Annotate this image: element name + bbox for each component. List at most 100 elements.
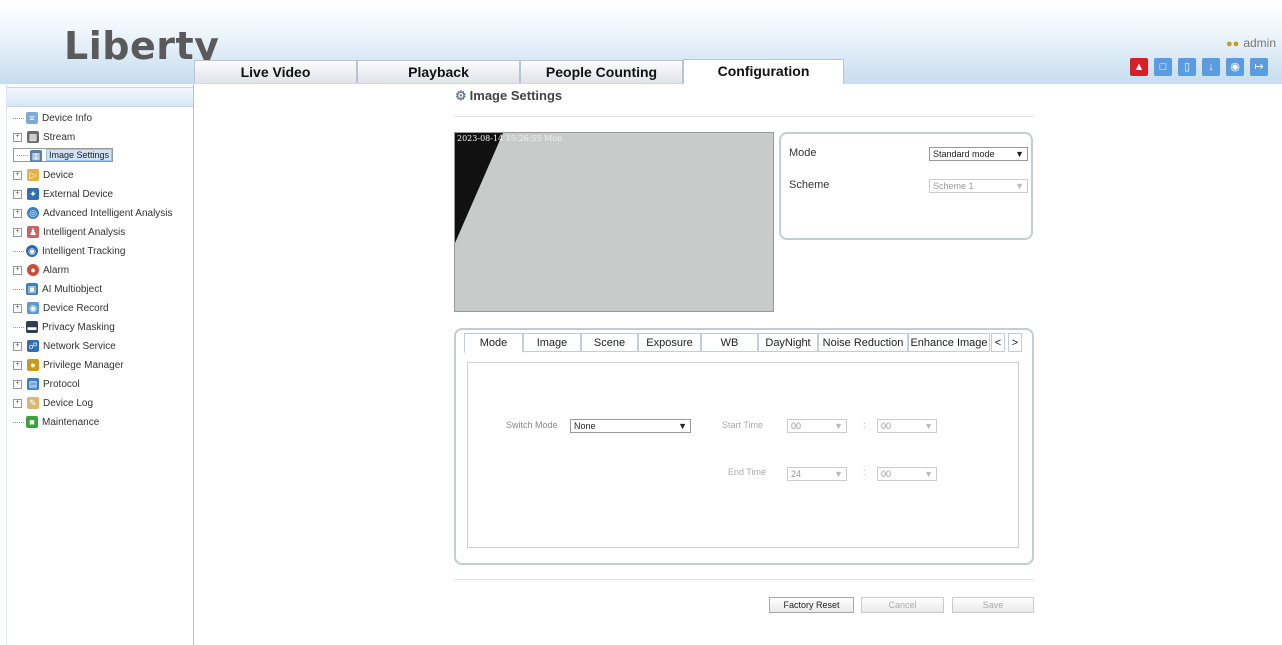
device-icon: ▷	[27, 169, 39, 182]
sidebar-item-advanced-intelligent-analysis[interactable]: + ◎ Advanced Intelligent Analysis	[13, 205, 173, 223]
sidebar-item-alarm[interactable]: + ● Alarm	[13, 262, 69, 280]
expand-icon[interactable]: +	[13, 341, 22, 351]
external-device-icon: ✦	[27, 188, 39, 201]
alarm-icon[interactable]: ▲	[1130, 58, 1148, 76]
sidebar-item-protocol[interactable]: + ▤ Protocol	[13, 376, 80, 394]
chevron-down-icon: ▼	[924, 469, 933, 479]
tab-scroll-left-button[interactable]: <	[991, 333, 1005, 352]
video-shadow	[455, 133, 503, 243]
record-icon: ◉	[27, 302, 39, 315]
sidebar-header	[7, 87, 193, 107]
tab-daynight[interactable]: DayNight	[758, 333, 818, 352]
sidebar: ≡ Device Info + ▩ Stream ▦ Image Settings + ▷…	[6, 84, 194, 645]
sidebar-item-image-settings[interactable]: ▦ Image Settings	[13, 148, 114, 162]
mode-tab-content: Switch Mode None ▼ Start Time 00 ▼ : 00 ▼ E…	[467, 362, 1019, 548]
tab-noise-reduction[interactable]: Noise Reduction	[818, 333, 908, 352]
tab-configuration[interactable]: Configuration	[683, 59, 844, 84]
image-icon: ▦	[30, 149, 42, 162]
sidebar-item-device-info[interactable]: ≡ Device Info	[13, 110, 92, 128]
expand-icon[interactable]: +	[13, 360, 22, 370]
expand-icon[interactable]: +	[13, 170, 22, 180]
switch-mode-select[interactable]: None ▼	[570, 419, 691, 433]
sidebar-item-device-record[interactable]: + ◉ Device Record	[13, 300, 109, 318]
expand-icon[interactable]: +	[13, 265, 22, 275]
lock-icon[interactable]: ◉	[1226, 58, 1244, 76]
chevron-down-icon: ▼	[1015, 181, 1024, 191]
privacy-icon: ▬	[26, 321, 38, 334]
tab-enhance-image[interactable]: Enhance Image	[908, 333, 990, 352]
scheme-select[interactable]: Scheme 1 ▼	[929, 179, 1028, 193]
expand-icon[interactable]: +	[13, 379, 22, 389]
header: Liberty Live Video Playback People Count…	[0, 0, 1282, 84]
mode-settings-box: Mode Standard mode ▼ Scheme Scheme 1 ▼	[779, 132, 1033, 240]
end-hour-select[interactable]: 24 ▼	[787, 467, 847, 481]
users-icon: ●	[27, 359, 39, 372]
sidebar-item-network-service[interactable]: + ☍ Network Service	[13, 338, 116, 356]
expand-icon[interactable]: +	[13, 303, 22, 313]
person-icon: ♟	[27, 226, 39, 239]
start-time-label: Start Time	[722, 420, 764, 430]
sidebar-item-device-log[interactable]: + ✎ Device Log	[13, 395, 93, 413]
tab-playback[interactable]: Playback	[357, 60, 520, 83]
user-icon: ●●	[1226, 38, 1240, 50]
info-icon: ≡	[26, 112, 38, 125]
network-icon: ☍	[27, 340, 39, 353]
sidebar-item-device[interactable]: + ▷ Device	[13, 167, 74, 185]
time-separator: :	[863, 467, 866, 477]
sidebar-item-intelligent-tracking[interactable]: ◉ Intelligent Tracking	[13, 243, 125, 261]
start-hour-select[interactable]: 00 ▼	[787, 419, 847, 433]
mode-label: Mode	[789, 147, 817, 159]
sidebar-item-privacy-masking[interactable]: ▬ Privacy Masking	[13, 319, 115, 337]
tab-wb[interactable]: WB	[701, 333, 758, 352]
mode-select[interactable]: Standard mode ▼	[929, 147, 1028, 161]
expand-icon[interactable]: +	[13, 189, 22, 199]
factory-reset-button[interactable]: Factory Reset	[769, 597, 854, 613]
tracking-icon: ◉	[26, 245, 38, 258]
switch-mode-label: Switch Mode	[506, 420, 558, 430]
chevron-down-icon: ▼	[924, 421, 933, 431]
sidebar-item-stream[interactable]: + ▩ Stream	[13, 129, 75, 147]
tab-scene[interactable]: Scene	[581, 333, 638, 352]
user-info: ●● admin	[1226, 36, 1276, 50]
tab-live-video[interactable]: Live Video	[194, 60, 357, 83]
sidebar-item-ai-multiobject[interactable]: ▣ AI Multiobject	[13, 281, 102, 299]
start-minute-select[interactable]: 00 ▼	[877, 419, 937, 433]
tab-scroll-right-button[interactable]: >	[1008, 333, 1022, 352]
expand-icon[interactable]: +	[13, 398, 22, 408]
settings-icon: ⚙	[455, 88, 467, 103]
sidebar-item-intelligent-analysis[interactable]: + ♟ Intelligent Analysis	[13, 224, 125, 242]
download-icon[interactable]: ↓	[1202, 58, 1220, 76]
scheme-label: Scheme	[789, 179, 830, 191]
divider	[455, 579, 1033, 580]
sidebar-item-privilege-manager[interactable]: + ● Privilege Manager	[13, 357, 124, 375]
snapshot-icon[interactable]: □	[1154, 58, 1172, 76]
chevron-down-icon: ▼	[1015, 149, 1024, 159]
ai-icon: ▣	[26, 283, 38, 296]
tab-people-counting[interactable]: People Counting	[520, 60, 683, 83]
end-minute-select[interactable]: 00 ▼	[877, 467, 937, 481]
expand-icon[interactable]: +	[13, 227, 22, 237]
video-osd-timestamp: 2023-08-14 15:26:55 Mon	[457, 134, 563, 143]
end-time-label: End Time	[728, 467, 767, 477]
username: admin	[1243, 36, 1276, 50]
analysis-icon: ◎	[27, 207, 39, 220]
expand-icon[interactable]: +	[13, 132, 22, 142]
sidebar-item-external-device[interactable]: + ✦ External Device	[13, 186, 113, 204]
sidebar-item-maintenance[interactable]: ■ Maintenance	[13, 414, 99, 432]
log-icon: ✎	[27, 397, 39, 410]
save-button[interactable]: Save	[952, 597, 1034, 613]
chevron-down-icon: ▼	[834, 421, 843, 431]
stream-icon: ▩	[27, 131, 39, 144]
file-icon[interactable]: ▯	[1178, 58, 1196, 76]
expand-icon[interactable]: +	[13, 208, 22, 218]
tab-exposure[interactable]: Exposure	[638, 333, 701, 352]
chevron-down-icon: ▼	[834, 469, 843, 479]
divider	[455, 116, 1033, 117]
protocol-icon: ▤	[27, 378, 39, 391]
cancel-button[interactable]: Cancel	[861, 597, 944, 613]
tab-mode[interactable]: Mode	[464, 333, 523, 353]
logout-icon[interactable]: ↦	[1250, 58, 1268, 76]
chevron-down-icon: ▼	[678, 421, 687, 431]
tab-image[interactable]: Image	[523, 333, 581, 352]
maintenance-icon: ■	[26, 416, 38, 429]
